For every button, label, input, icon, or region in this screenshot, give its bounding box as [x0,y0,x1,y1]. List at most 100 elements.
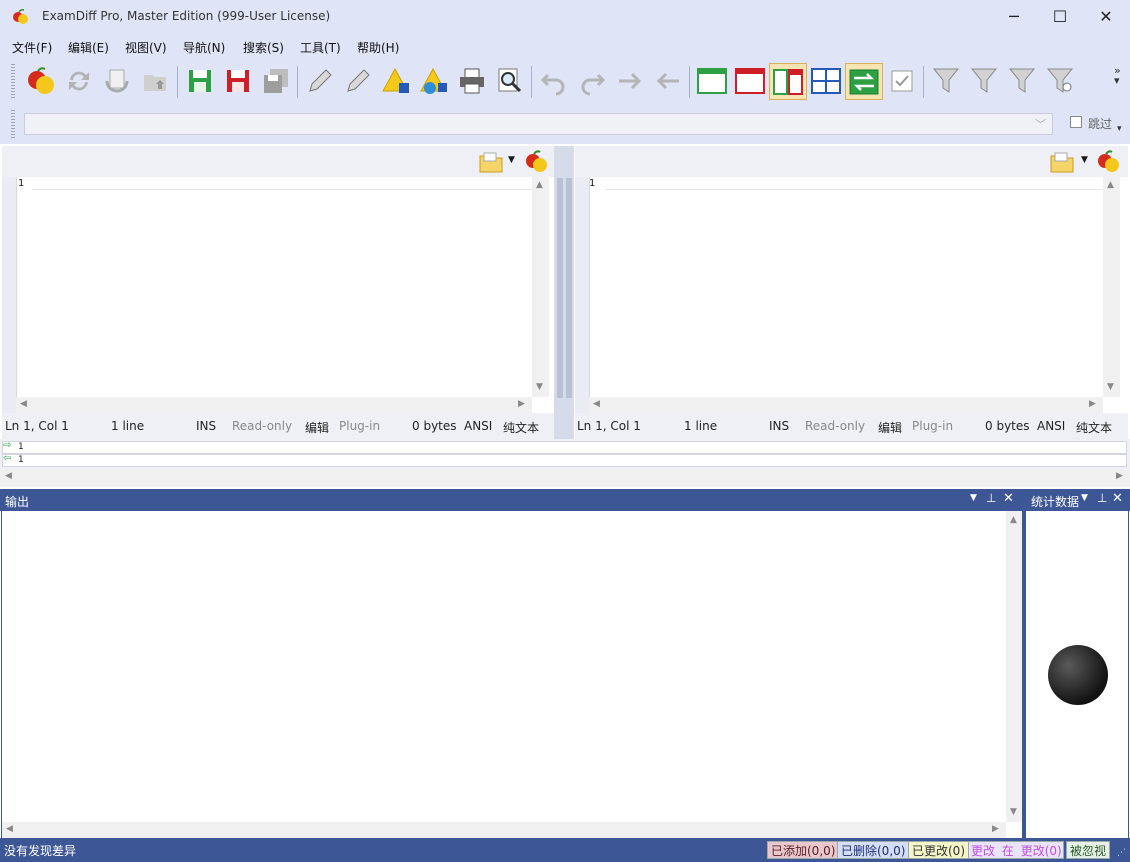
scroll-left-icon[interactable]: ◀ [20,399,27,409]
left-horizontal-scrollbar[interactable]: ◀ ▶ [16,397,532,414]
edit-left-button[interactable] [303,64,337,98]
scroll-left-icon[interactable]: ◀ [6,824,13,834]
open-dropdown-icon[interactable]: ▼ [508,155,515,165]
maximize-button[interactable]: ☐ [1037,0,1083,33]
scroll-right-icon[interactable]: ▶ [1116,471,1123,481]
prev-diff-button[interactable] [651,64,685,98]
left-vertical-scrollbar[interactable]: ▲ ▼ [532,177,549,397]
open-folder-button[interactable] [138,64,172,98]
scroll-left-icon[interactable]: ◀ [593,399,600,409]
right-line-strip[interactable] [2,454,1127,467]
close-window-button[interactable]: ✕ [1083,0,1129,33]
left-plugin-status[interactable]: Plug-in [339,419,380,433]
menu-view[interactable]: 视图(V) [125,39,167,56]
redo-button[interactable] [575,64,609,98]
filter-button-1[interactable] [929,64,963,98]
save-report-button[interactable] [379,64,413,98]
pane-splitter[interactable] [554,146,574,439]
scroll-down-icon[interactable]: ▼ [1107,382,1114,392]
filter-button-2[interactable] [967,64,1001,98]
right-insert-mode[interactable]: INS [769,419,789,433]
strip-horizontal-scrollbar[interactable]: ◀ ▶ [0,469,1130,485]
left-readonly-status[interactable]: Read-only [232,419,292,433]
ignored-badge: 被忽视 [1066,841,1111,859]
menu-navigate[interactable]: 导航(N) [183,39,225,56]
compare-apples-icon[interactable] [1096,149,1122,175]
filter-button-4[interactable] [1043,64,1077,98]
swap-files-button[interactable] [100,64,134,98]
right-text-pane[interactable]: 1 ▲ ▼ ◀ ▶ [575,177,1128,414]
menu-help[interactable]: 帮助(H) [357,39,399,56]
undo-button[interactable] [537,64,571,98]
compare-apples-icon[interactable] [524,149,550,175]
save-all-button[interactable] [259,64,293,98]
scroll-up-icon[interactable]: ▲ [1010,515,1017,525]
left-line-strip[interactable] [2,441,1127,454]
scroll-right-icon[interactable]: ▶ [518,399,525,409]
right-readonly-status[interactable]: Read-only [805,419,865,433]
edit-right-button[interactable] [341,64,375,98]
view-left-only-button[interactable] [695,64,729,98]
right-plugin-status[interactable]: Plug-in [912,419,953,433]
chevron-down-icon[interactable]: ﹀ [1035,116,1046,132]
toolbar-overflow-icon[interactable]: » ▾ [1114,65,1121,86]
split-vertical-icon [773,68,803,95]
checkbox-toggle-button[interactable] [885,64,919,98]
view-right-only-button[interactable] [733,64,767,98]
view-over-under-button[interactable] [809,64,843,98]
next-diff-button[interactable] [613,64,647,98]
path-combo-input[interactable]: ﹀ [24,113,1053,135]
scroll-up-icon[interactable]: ▲ [536,180,543,190]
scroll-right-icon[interactable]: ▶ [992,824,999,834]
filter-button-3[interactable] [1005,64,1039,98]
scroll-up-icon[interactable]: ▲ [1107,180,1114,190]
save-left-button[interactable] [183,64,217,98]
panel-menu-icon[interactable]: ▼ [1081,493,1088,503]
right-edit-status[interactable]: 编辑 [878,419,902,436]
menu-edit[interactable]: 编辑(E) [68,39,109,56]
pin-icon[interactable]: ⊥ [1097,491,1107,505]
right-file-type[interactable]: 纯文本 [1076,419,1112,436]
menu-search[interactable]: 搜索(S) [243,39,284,56]
output-horizontal-scrollbar[interactable]: ◀ ▶ [2,822,1006,838]
recompare-button[interactable] [62,64,96,98]
panel-menu-icon[interactable]: ▼ [970,493,977,503]
resize-grip-icon[interactable]: ⋰ [1117,848,1126,858]
menu-tools[interactable]: 工具(T) [300,39,341,56]
compare-button[interactable] [24,64,58,98]
pin-icon[interactable]: ⊥ [986,491,996,505]
toolbar-grip[interactable] [11,64,15,98]
menu-file[interactable]: 文件(F) [12,39,52,56]
left-file-type[interactable]: 纯文本 [503,419,539,436]
view-side-by-side-button[interactable] [769,63,807,100]
right-horizontal-scrollbar[interactable]: ◀ ▶ [589,397,1103,414]
open-file-folder-icon[interactable] [478,150,504,174]
open-file-folder-icon[interactable] [1049,150,1075,174]
sync-scroll-button[interactable] [845,63,883,100]
skip-checkbox[interactable] [1070,116,1082,128]
scroll-left-icon[interactable]: ◀ [5,471,12,481]
left-encoding[interactable]: ANSI [464,419,492,433]
right-encoding[interactable]: ANSI [1037,419,1065,433]
scroll-right-icon[interactable]: ▶ [1089,399,1096,409]
left-text-pane[interactable]: 1 ▲ ▼ ◀ ▶ [2,177,554,414]
close-icon[interactable]: ✕ [1112,491,1123,506]
left-insert-mode[interactable]: INS [196,419,216,433]
toolbar-separator [177,66,178,98]
path-bar-grip[interactable] [11,110,15,138]
minimize-button[interactable]: ─ [991,0,1037,33]
close-icon[interactable]: ✕ [1003,491,1014,506]
right-vertical-scrollbar[interactable]: ▲ ▼ [1103,177,1120,397]
output-panel-body[interactable]: ▲ ▼ ◀ ▶ [1,511,1023,838]
print-button[interactable] [455,64,489,98]
scroll-down-icon[interactable]: ▼ [1010,807,1017,817]
save-right-button[interactable] [221,64,255,98]
open-dropdown-icon[interactable]: ▼ [1081,155,1088,165]
toolbar-separator [923,66,924,98]
left-edit-status[interactable]: 编辑 [305,419,329,436]
print-preview-button[interactable] [493,64,527,98]
save-web-report-button[interactable] [417,64,451,98]
output-vertical-scrollbar[interactable]: ▲ ▼ [1006,511,1023,822]
scroll-down-icon[interactable]: ▼ [536,382,543,392]
path-bar-overflow-icon[interactable]: ▾ [1117,124,1122,134]
